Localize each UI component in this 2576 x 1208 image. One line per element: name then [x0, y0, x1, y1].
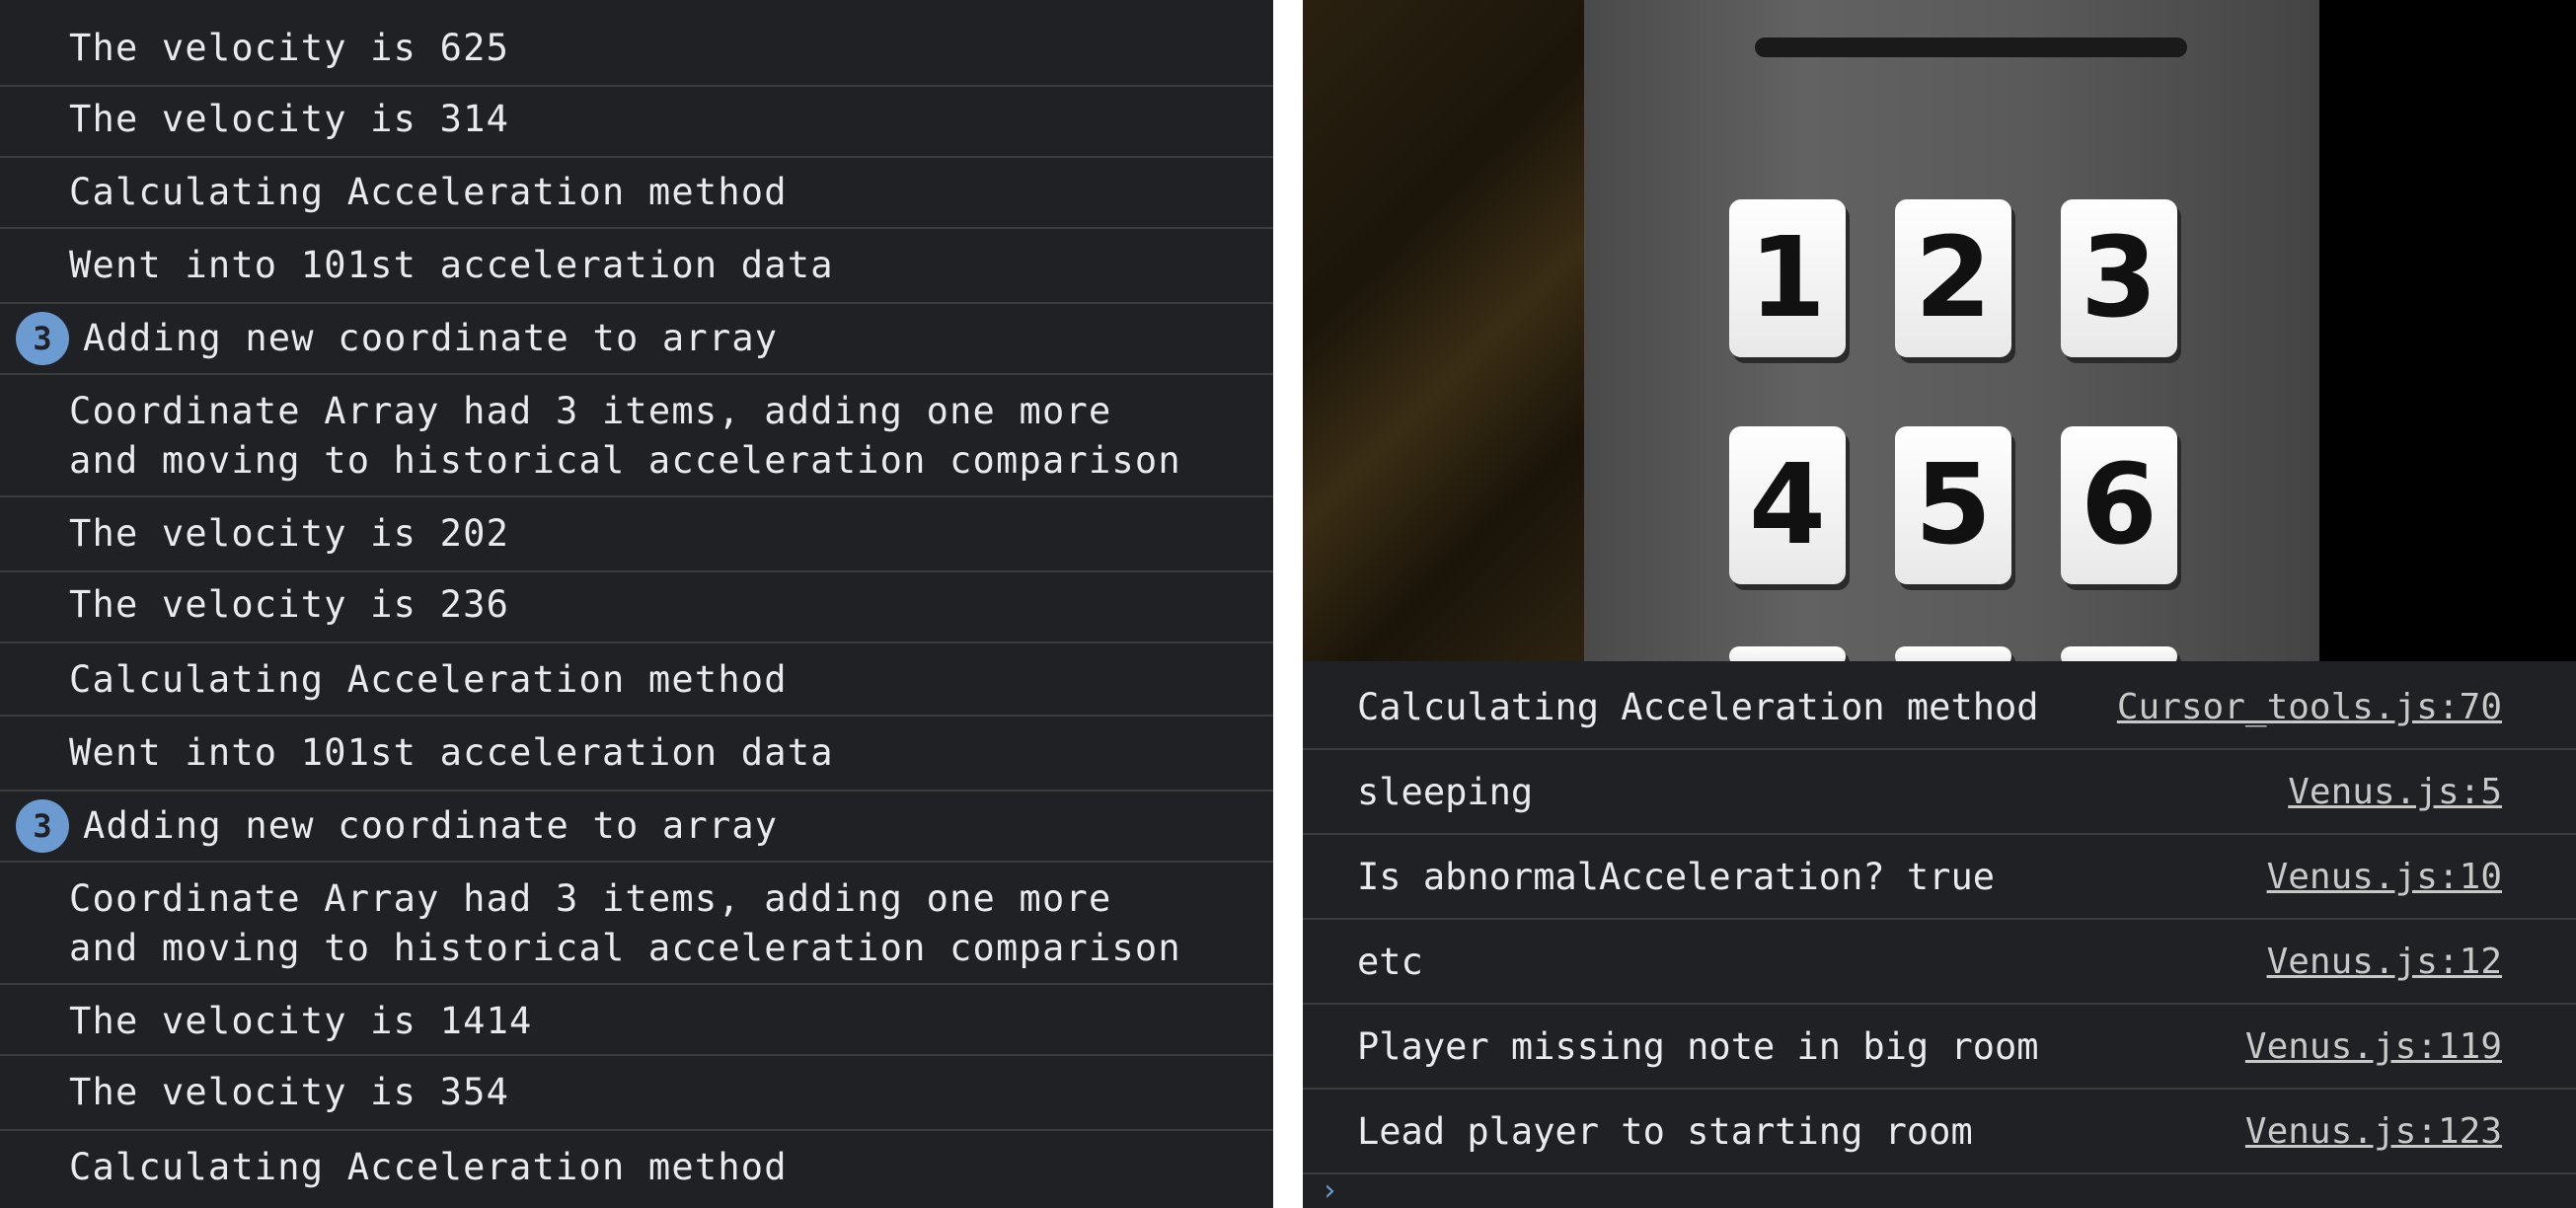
console-message: Calculating Acceleration method Cursor_t…: [1303, 665, 2576, 750]
chevron-right-icon: ›: [1321, 1173, 1339, 1208]
keypad-key-3[interactable]: 3: [2061, 199, 2177, 357]
console-message: The velocity is 236: [0, 572, 1273, 643]
source-link[interactable]: Venus.js:5: [2288, 750, 2502, 835]
console-message: Went into 101st acceleration data: [0, 717, 1273, 792]
source-link[interactable]: Cursor_tools.js:70: [2117, 665, 2502, 750]
console-message: The velocity is 314: [0, 87, 1273, 158]
keypad-key-5[interactable]: 5: [1895, 426, 2011, 584]
keypad-key-partial[interactable]: [2061, 646, 2177, 661]
panel-divider: [1273, 0, 1303, 1208]
keypad-key-1[interactable]: 1: [1729, 199, 1846, 357]
keypad-key-2[interactable]: 2: [1895, 199, 2011, 357]
keypad-key-partial[interactable]: [1729, 646, 1846, 661]
keypad-key-4[interactable]: 4: [1729, 426, 1846, 584]
console-message: Went into 101st acceleration data: [0, 229, 1273, 304]
right-console-panel[interactable]: Calculating Acceleration method Cursor_t…: [1303, 661, 2576, 1208]
console-message-grouped[interactable]: 3 Adding new coordinate to array: [0, 304, 1273, 375]
source-link[interactable]: Venus.js:12: [2267, 920, 2502, 1005]
console-message: sleeping Venus.js:5: [1303, 750, 2576, 835]
console-message-grouped[interactable]: 3 Adding new coordinate to array: [0, 792, 1273, 863]
console-message: Calculating Acceleration method: [0, 643, 1273, 717]
keypad-key-partial[interactable]: [1895, 646, 2011, 661]
console-message: Coordinate Array had 3 items, adding one…: [0, 863, 1273, 985]
console-message: The velocity is 625: [0, 12, 1273, 87]
console-message: The velocity is 354: [0, 1056, 1273, 1131]
console-message: Calculating Acceleration method: [69, 1146, 788, 1188]
left-console-panel[interactable]: The velocity is 625 The velocity is 314 …: [0, 0, 1273, 1208]
console-prompt[interactable]: ›: [1303, 1174, 2576, 1208]
console-message: Lead player to starting room Venus.js:12…: [1303, 1090, 2576, 1174]
console-message: The velocity is 1414: [0, 985, 1273, 1056]
repeat-count-badge: 3: [16, 799, 69, 853]
source-link[interactable]: Venus.js:119: [2245, 1005, 2502, 1090]
console-message: Is abnormalAcceleration? true Venus.js:1…: [1303, 835, 2576, 920]
console-message: Coordinate Array had 3 items, adding one…: [0, 375, 1273, 497]
source-link[interactable]: Venus.js:10: [2267, 835, 2502, 920]
console-message: etc Venus.js:12: [1303, 920, 2576, 1005]
game-view[interactable]: 1 2 3 4 5 6: [1303, 0, 2576, 661]
keypad-key-6[interactable]: 6: [2061, 426, 2177, 584]
console-message: The velocity is 202: [0, 497, 1273, 572]
console-message: Calculating Acceleration method: [0, 158, 1273, 229]
console-message: Player missing note in big room Venus.js…: [1303, 1005, 2576, 1090]
repeat-count-badge: 3: [16, 312, 69, 365]
source-link[interactable]: Venus.js:123: [2245, 1090, 2502, 1174]
wood-wall-background: [1303, 0, 1599, 661]
keypad-slot: [1755, 38, 2187, 57]
